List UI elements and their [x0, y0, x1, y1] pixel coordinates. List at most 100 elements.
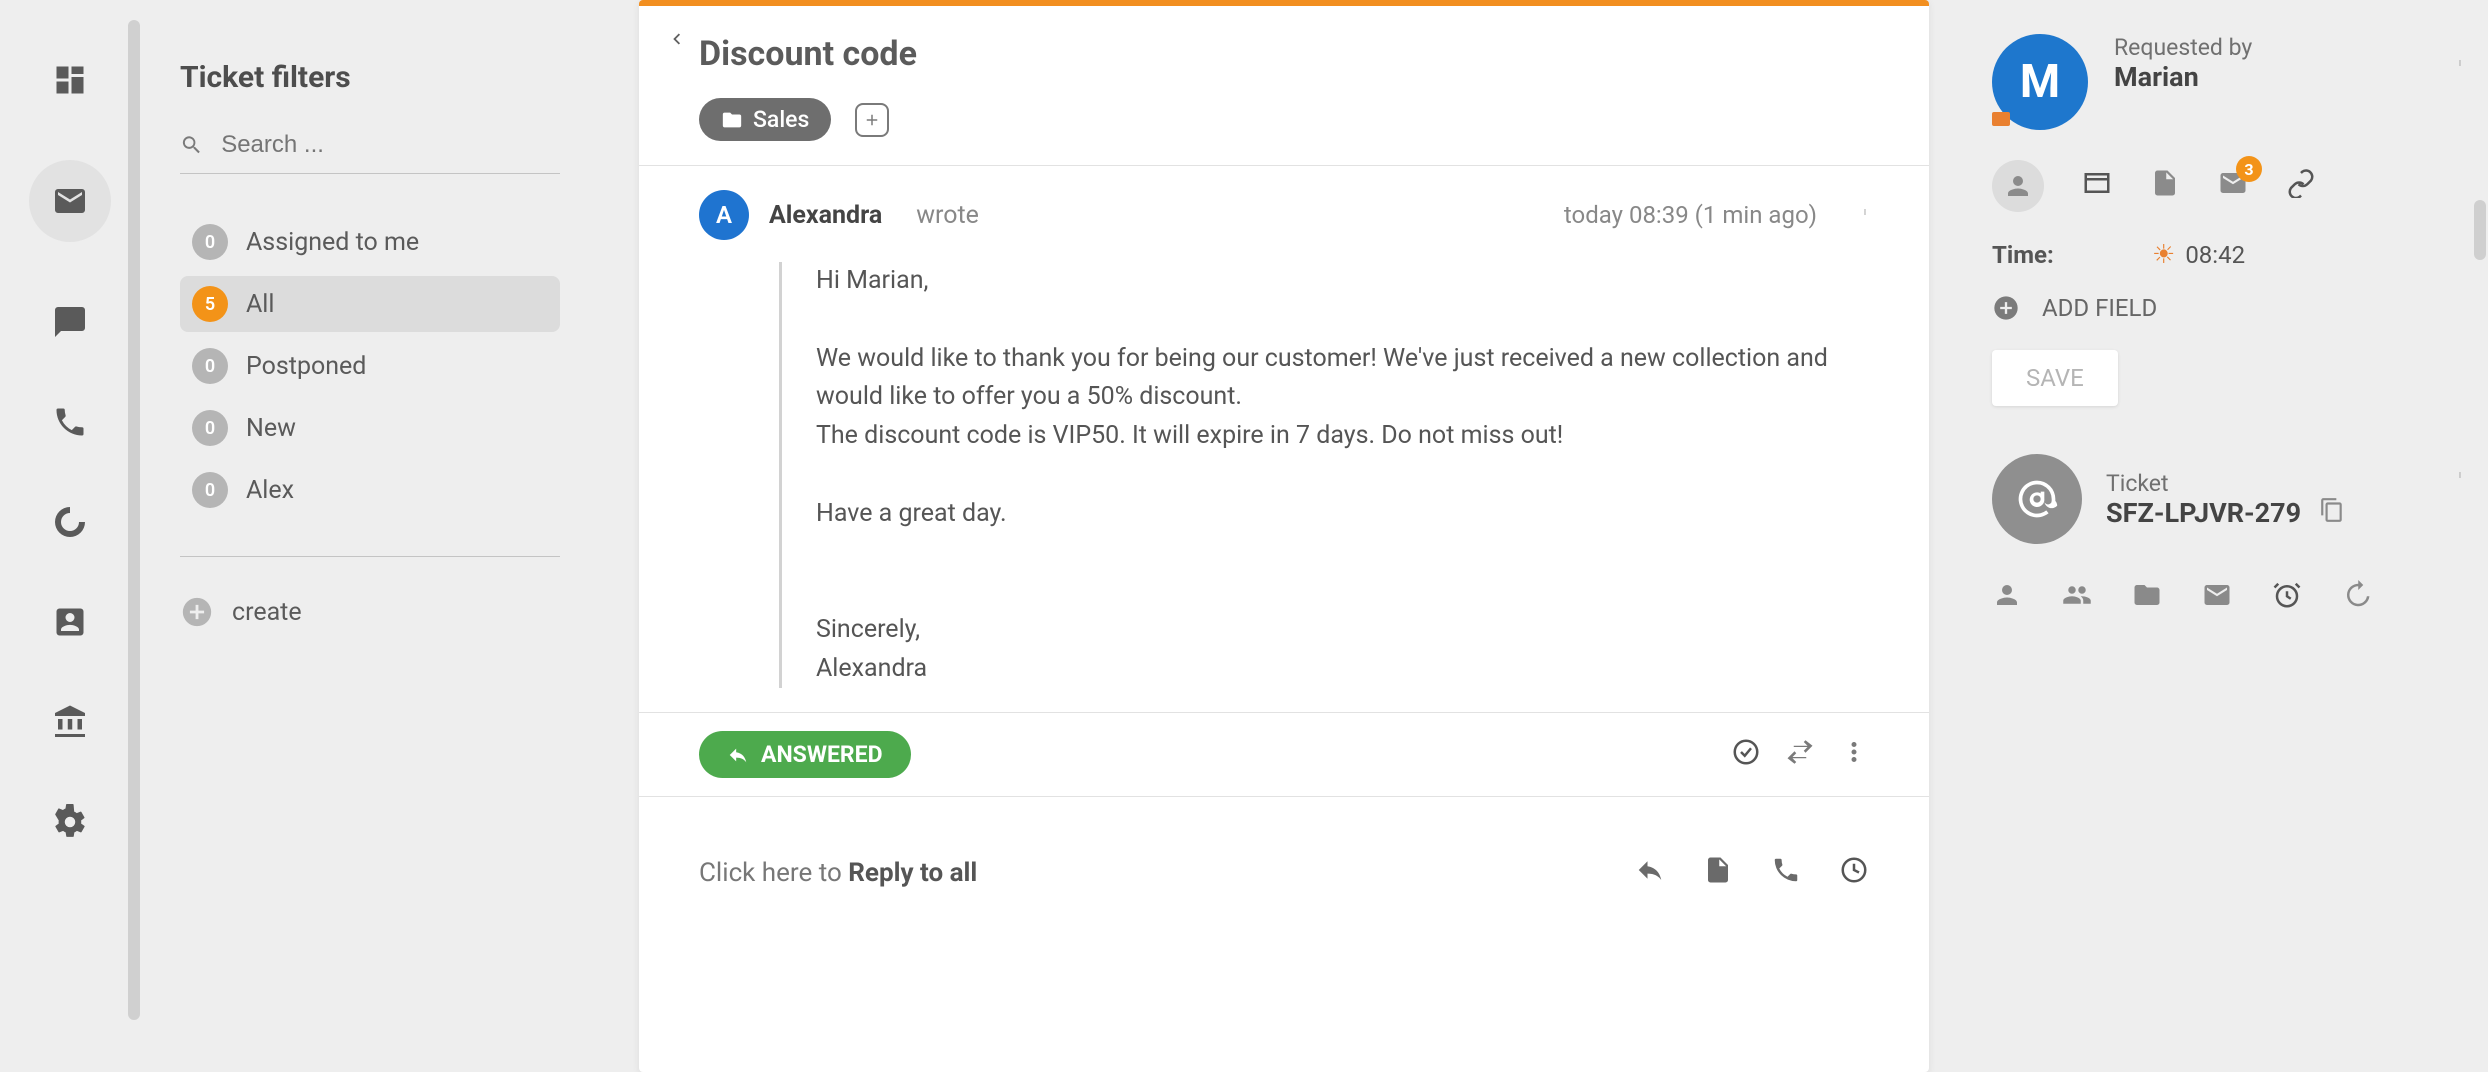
- create-filter-button[interactable]: create: [180, 595, 560, 629]
- transfer-button[interactable]: [1785, 737, 1815, 773]
- add-field-label: ADD FIELD: [2042, 294, 2157, 322]
- message-menu[interactable]: [1861, 198, 1869, 232]
- tag-label: Sales: [753, 106, 809, 133]
- ticket-main: Discount code Sales A Alexandra wrote: [600, 0, 1968, 1072]
- nav-calls[interactable]: [50, 402, 90, 442]
- link-icon: [2286, 168, 2316, 198]
- ticket-tab-owner[interactable]: [1992, 580, 2022, 616]
- add-tag-button[interactable]: [855, 103, 889, 137]
- reply-button[interactable]: [1635, 855, 1665, 891]
- chevron-left-icon: [665, 28, 687, 50]
- snooze-button[interactable]: [1839, 855, 1869, 891]
- ticket-title: Discount code: [699, 34, 1869, 74]
- more-vert-icon: [2456, 50, 2464, 76]
- ticket-tab-icons: [1992, 580, 2464, 616]
- mail-icon: [2202, 580, 2232, 610]
- message: A Alexandra wrote today 08:39 (1 min ago…: [639, 166, 1929, 712]
- more-vert-icon: [1839, 737, 1869, 767]
- filter-alex[interactable]: 0 Alex: [180, 462, 560, 518]
- filter-new[interactable]: 0 New: [180, 400, 560, 456]
- add-field-button[interactable]: ADD FIELD: [1992, 294, 2464, 322]
- back-button[interactable]: [665, 28, 687, 56]
- search-input[interactable]: [221, 131, 560, 159]
- ticket-tab-mail[interactable]: [2202, 580, 2232, 616]
- filter-count: 0: [192, 348, 228, 384]
- filter-sidebar: Ticket filters 0 Assigned to me 5 All 0 …: [140, 0, 600, 1072]
- ticket-menu[interactable]: [2456, 462, 2464, 494]
- ticket-card: Discount code Sales A Alexandra wrote: [639, 0, 1929, 1072]
- history-icon: [2342, 580, 2372, 610]
- ticket-info-block: Ticket SFZ-LPJVR-279: [1992, 454, 2464, 544]
- nav-settings[interactable]: [50, 802, 90, 842]
- tab-tickets[interactable]: [2082, 168, 2112, 204]
- filter-postponed[interactable]: 0 Postponed: [180, 338, 560, 394]
- status-label: ANSWERED: [761, 741, 883, 768]
- more-vert-icon: [1861, 198, 1869, 226]
- ticket-tab-sla[interactable]: [2272, 580, 2302, 616]
- phone-icon: [1771, 855, 1801, 885]
- field-value: 08:42: [2185, 241, 2245, 269]
- ticket-tab-participants[interactable]: [2062, 580, 2092, 616]
- note-icon: [1703, 855, 1733, 885]
- country-flag-icon: [1992, 112, 2010, 126]
- status-answered[interactable]: ANSWERED: [699, 731, 911, 778]
- plus-icon: [863, 111, 881, 129]
- internal-note-button[interactable]: [1703, 855, 1733, 891]
- resolve-button[interactable]: [1731, 737, 1761, 773]
- nav-reports[interactable]: [50, 502, 90, 542]
- reply-icon: [1635, 855, 1665, 885]
- plus-circle-icon: [180, 595, 214, 629]
- nav-rail: [0, 0, 140, 1072]
- filter-assigned-to-me[interactable]: 0 Assigned to me: [180, 214, 560, 270]
- requester-name: Marian: [2114, 61, 2252, 93]
- tag-row: Sales: [699, 98, 1869, 141]
- filter-divider: [180, 556, 560, 557]
- save-button[interactable]: SAVE: [1992, 350, 2118, 406]
- filter-label: All: [246, 290, 274, 319]
- copy-ticket-id-button[interactable]: [2319, 497, 2345, 529]
- field-time: Time: ☀ 08:42: [1992, 240, 2464, 270]
- nav-tickets[interactable]: [29, 160, 111, 242]
- rail-scrollbar[interactable]: [128, 20, 140, 1020]
- nav-dashboard[interactable]: [50, 60, 90, 100]
- requester-block: M Requested by Marian: [1992, 34, 2464, 130]
- sun-icon: ☀: [2152, 240, 2175, 270]
- status-menu[interactable]: [1839, 737, 1869, 773]
- ticket-tab-files[interactable]: [2132, 580, 2162, 616]
- status-bar: ANSWERED: [639, 712, 1929, 796]
- alarm-icon: [2272, 580, 2302, 610]
- ticket-header: Discount code Sales: [639, 6, 1929, 166]
- sender-name: Alexandra: [769, 201, 882, 230]
- filter-all[interactable]: 5 All: [180, 276, 560, 332]
- filter-count: 0: [192, 472, 228, 508]
- nav-billing[interactable]: [50, 702, 90, 742]
- filter-count: 0: [192, 410, 228, 446]
- call-button[interactable]: [1771, 855, 1801, 891]
- reply-icon: [727, 744, 749, 766]
- filter-label: New: [246, 414, 296, 443]
- filter-count: 5: [192, 286, 228, 322]
- tag-sales[interactable]: Sales: [699, 98, 831, 141]
- nav-chat[interactable]: [50, 302, 90, 342]
- nav-contacts[interactable]: [50, 602, 90, 642]
- requester-menu[interactable]: [2456, 50, 2464, 82]
- plus-circle-icon: [1992, 294, 2020, 322]
- meta-scrollbar[interactable]: [2474, 200, 2486, 260]
- note-icon: [2150, 168, 2180, 198]
- filter-title: Ticket filters: [180, 60, 560, 95]
- filter-search[interactable]: [180, 131, 560, 174]
- tab-profile[interactable]: [1992, 160, 2044, 212]
- reply-text: Click here to Reply to all: [699, 858, 977, 888]
- ticket-tab-history[interactable]: [2342, 580, 2372, 616]
- requester-avatar: M: [1992, 34, 2088, 130]
- tab-link[interactable]: [2286, 168, 2316, 204]
- message-body: Hi Marian, We would like to thank you fo…: [779, 262, 1869, 688]
- reply-bar[interactable]: Click here to Reply to all: [639, 796, 1929, 1011]
- tab-notes[interactable]: [2150, 168, 2180, 204]
- window-icon: [2082, 168, 2112, 198]
- more-vert-icon: [2456, 462, 2464, 488]
- tab-mail[interactable]: 3: [2218, 168, 2248, 204]
- folder-icon: [2132, 580, 2162, 610]
- folder-icon: [721, 109, 743, 131]
- field-label: Time:: [1992, 241, 2152, 269]
